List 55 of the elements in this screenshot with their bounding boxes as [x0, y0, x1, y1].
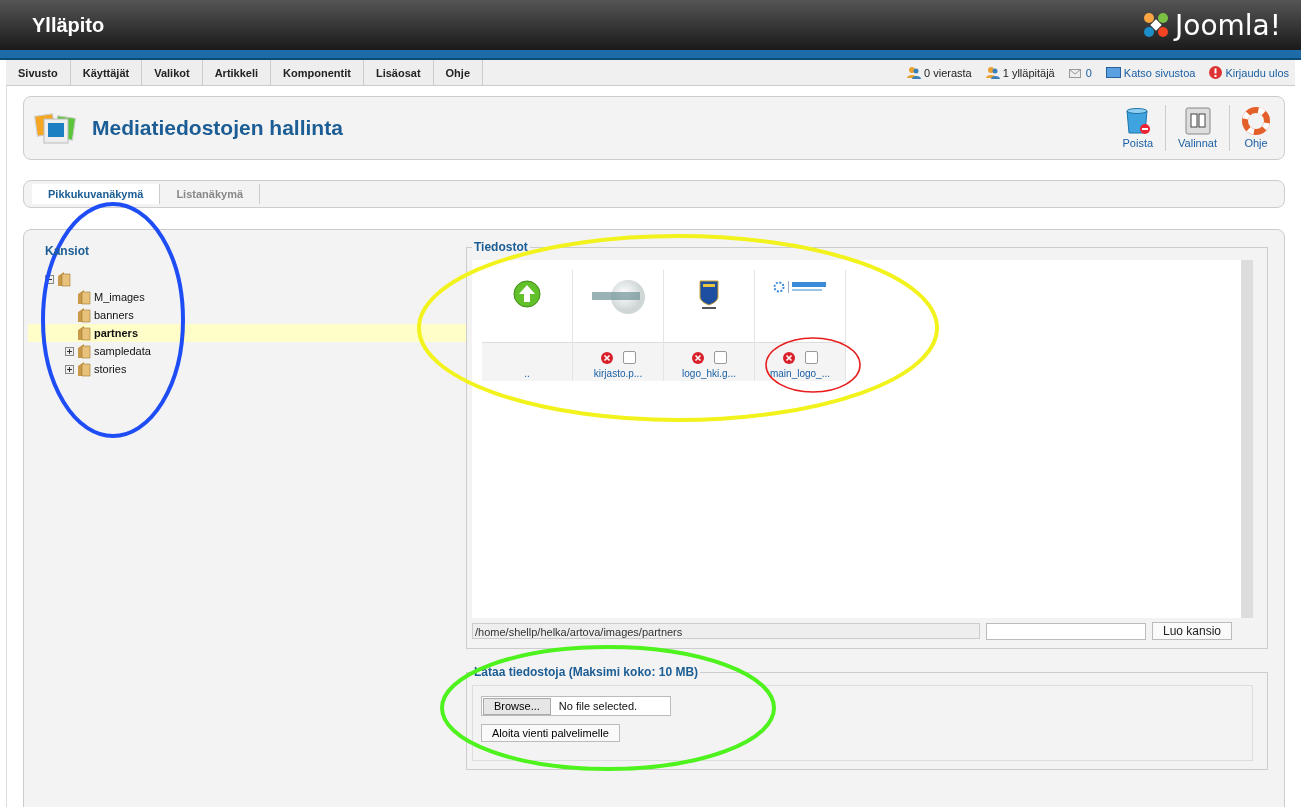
lifebuoy-icon [1242, 107, 1270, 135]
file-name[interactable]: logo_hki.g... [682, 368, 736, 379]
status-text: 0 [1085, 66, 1092, 79]
folder-label[interactable]: banners [94, 309, 134, 321]
folder-name-field[interactable] [986, 622, 1146, 640]
crest-thumbnail [699, 280, 719, 310]
status-text[interactable]: Katso sivustoa [1123, 66, 1196, 79]
file-input[interactable]: Browse... No file selected. [481, 696, 671, 716]
folder-icon [77, 361, 91, 377]
gear-thumbnail [772, 280, 828, 294]
users-icon [985, 66, 1000, 79]
folder-label[interactable]: stories [94, 363, 127, 375]
folder-icon [77, 289, 91, 305]
folder-icon [57, 271, 71, 287]
file-status: No file selected. [557, 700, 638, 712]
scrollbar[interactable] [1241, 260, 1253, 618]
toolbar-button[interactable]: Valinnat [1166, 105, 1230, 151]
checkbox[interactable] [804, 351, 818, 364]
delete-icon[interactable] [691, 351, 704, 364]
expand-icon[interactable] [65, 364, 74, 374]
checkbox[interactable] [713, 351, 727, 364]
envelope-icon [1068, 67, 1083, 78]
photos-icon [34, 111, 78, 145]
folder-icon [77, 307, 91, 323]
section-title: Tiedostot [473, 240, 529, 254]
users-icon [907, 66, 922, 79]
toggle-switch-icon [1184, 107, 1211, 135]
delete-icon[interactable] [600, 351, 613, 364]
expand-icon[interactable] [65, 346, 74, 356]
monitor-icon [1105, 67, 1121, 78]
folder-path: /home/shellp/helka/artova/images/partners [472, 623, 980, 639]
toolbar-button[interactable]: Poista [1110, 105, 1167, 151]
folder-label[interactable]: partners [94, 327, 139, 339]
file-name[interactable]: .. [524, 368, 530, 379]
folder-label[interactable]: M_images [94, 291, 145, 303]
upload-button[interactable]: Aloita vienti palvelimelle [481, 724, 620, 742]
file-name[interactable]: kirjasto.p... [593, 368, 643, 379]
folder-icon [77, 343, 91, 359]
status-text: 0 vierasta [924, 66, 972, 79]
browse-button[interactable]: Browse... [483, 697, 551, 715]
page-title: Mediatiedostojen hallinta [92, 116, 343, 140]
checkbox[interactable] [622, 351, 636, 364]
trash-icon [1124, 107, 1151, 135]
status-text[interactable]: Kirjaudu ulos [1225, 66, 1289, 79]
file-name[interactable]: main_logo_... [769, 368, 830, 379]
logo-text: Joomla! [1175, 8, 1281, 42]
status-text: 1 ylläpitäjä [1002, 66, 1055, 79]
folder-icon [77, 325, 91, 341]
alert-icon [1209, 66, 1223, 79]
create-folder-button[interactable]: Luo kansio [1152, 622, 1233, 640]
delete-icon[interactable] [782, 351, 795, 364]
view-tab[interactable]: Pikkukuvanäkymä [32, 184, 161, 204]
toolbar-button[interactable]: Ohje [1230, 105, 1274, 151]
app-title: Ylläpito [32, 13, 105, 37]
folder-label[interactable]: sampledata [94, 345, 151, 357]
